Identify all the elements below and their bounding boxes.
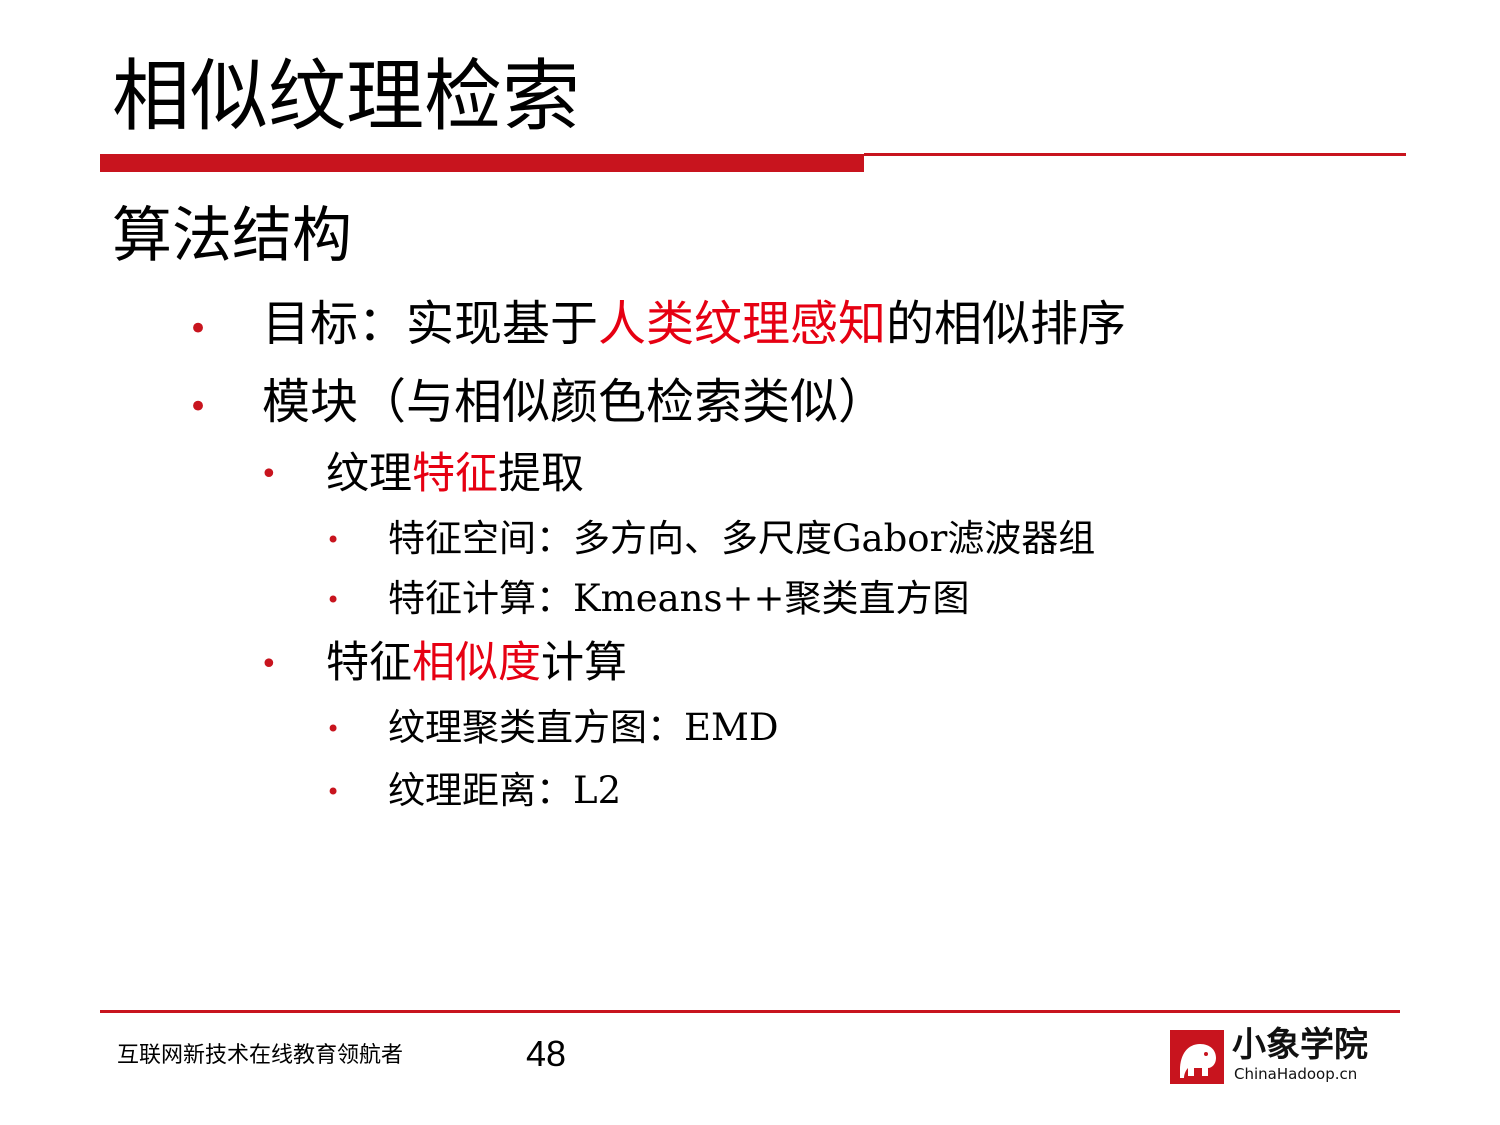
slide-title: 相似纹理检索	[112, 52, 581, 142]
section-heading: 算法结构	[112, 201, 352, 271]
feature-extraction-prefix: 纹理	[326, 449, 412, 499]
logo-domain: ChinaHadoop.cn	[1234, 1065, 1358, 1083]
similarity-highlight: 相似度	[412, 638, 541, 688]
goal-prefix: 目标：实现基于	[262, 296, 599, 352]
title-underline-thin	[864, 153, 1406, 156]
goal-suffix: 的相似排序	[886, 296, 1127, 352]
feature-extraction-highlight: 特征	[412, 449, 498, 499]
bullet-dot: •	[326, 586, 341, 614]
bullet-dot: •	[188, 309, 209, 349]
bullet-similarity-text: 特征相似度计算	[326, 642, 627, 685]
bullet-distance-metric-text: 纹理距离：L2	[388, 769, 622, 812]
bullet-modules-text: 模块（与相似颜色检索类似）	[262, 374, 887, 430]
elephant-logo-icon	[1170, 1030, 1224, 1084]
bullet-goal-text: 目标：实现基于人类纹理感知的相似排序	[262, 300, 1126, 348]
title-underline-thick	[100, 154, 864, 172]
logo-chinese-name: 小象学院	[1232, 1025, 1368, 1065]
feature-extraction-suffix: 提取	[498, 449, 584, 499]
goal-highlight: 人类纹理感知	[598, 296, 887, 352]
similarity-prefix: 特征	[326, 638, 412, 688]
bullet-dot: •	[260, 647, 278, 682]
bullet-dot: •	[260, 457, 278, 492]
bullet-feature-compute-text: 特征计算：Kmeans++聚类直方图	[388, 577, 970, 620]
similarity-suffix: 计算	[541, 638, 627, 688]
bullet-dot: •	[326, 526, 341, 554]
footer-divider	[100, 1010, 1400, 1013]
bullet-dot: •	[326, 778, 341, 806]
bullet-feature-space-text: 特征空间：多方向、多尺度Gabor滤波器组	[388, 517, 1096, 560]
bullet-dot: •	[326, 715, 341, 743]
bullet-histogram-metric-text: 纹理聚类直方图：EMD	[388, 706, 779, 749]
brand-logo: 小象学院 ChinaHadoop.cn	[1170, 1028, 1400, 1088]
bullet-feature-extraction-text: 纹理特征提取	[326, 453, 584, 496]
footer-slogan: 互联网新技术在线教育领航者	[117, 1043, 404, 1068]
page-number: 48	[526, 1033, 567, 1074]
bullet-dot: •	[188, 387, 209, 427]
